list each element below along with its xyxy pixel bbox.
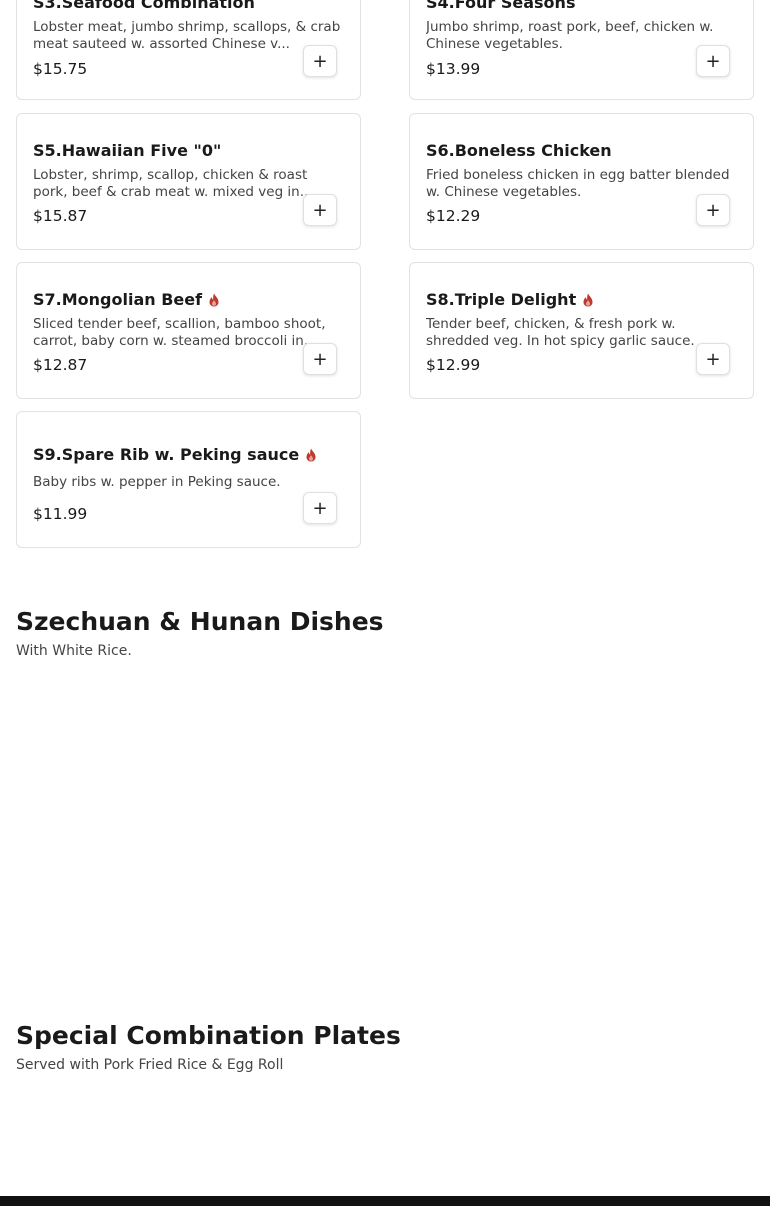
menu-item-card[interactable]: S3.Seafood Combination Lobster meat, jum…: [16, 0, 361, 100]
item-title: S6.Boneless Chicken: [426, 141, 612, 160]
menu-item-card[interactable]: S4.Four Seasons Jumbo shrimp, roast pork…: [409, 0, 754, 100]
menu-item-card[interactable]: S9.Spare Rib w. Peking sauce Baby ribs w…: [16, 411, 361, 548]
item-title: S8.Triple Delight: [426, 290, 577, 309]
item-price: $15.75: [33, 60, 88, 78]
plus-icon: +: [312, 348, 328, 370]
item-title: S9.Spare Rib w. Peking sauce: [33, 445, 300, 464]
item-description: Jumbo shrimp, roast pork, beef, chicken …: [426, 19, 714, 52]
item-description: Fried boneless chicken in egg batter ble…: [426, 167, 730, 200]
item-description: Lobster meat, jumbo shrimp, scallops, & …: [33, 19, 341, 52]
flame-icon: [209, 293, 219, 306]
section-title: Special Combination Plates: [16, 1021, 401, 1050]
footer-bar: [0, 1196, 770, 1206]
add-to-cart-button[interactable]: +: [303, 194, 337, 226]
item-title-row: S8.Triple Delight: [426, 290, 594, 309]
plus-icon: +: [705, 50, 721, 72]
plus-icon: +: [312, 50, 328, 72]
plus-icon: +: [705, 199, 721, 221]
item-price: $11.99: [33, 505, 88, 523]
item-price: $15.87: [33, 207, 88, 225]
section-subtitle: Served with Pork Fried Rice & Egg Roll: [16, 1057, 284, 1073]
plus-icon: +: [312, 199, 328, 221]
item-title: S5.Hawaiian Five "0": [33, 141, 222, 160]
item-description: Lobster, shrimp, scallop, chicken & roas…: [33, 167, 313, 200]
menu-item-card[interactable]: S7.Mongolian Beef Sliced tender beef, sc…: [16, 262, 361, 399]
item-price: $12.99: [426, 356, 481, 374]
item-title-row: S7.Mongolian Beef: [33, 290, 220, 309]
item-price: $12.29: [426, 207, 481, 225]
item-title: S3.Seafood Combination: [33, 0, 255, 12]
section-subtitle: With White Rice.: [16, 643, 132, 659]
item-description: Baby ribs w. pepper in Peking sauce.: [33, 474, 281, 490]
add-to-cart-button[interactable]: +: [696, 343, 730, 375]
menu-item-card[interactable]: S6.Boneless Chicken Fried boneless chick…: [409, 113, 754, 250]
add-to-cart-button[interactable]: +: [696, 45, 730, 77]
section-title: Szechuan & Hunan Dishes: [16, 607, 384, 636]
flame-icon: [306, 448, 316, 461]
add-to-cart-button[interactable]: +: [696, 194, 730, 226]
item-description: Sliced tender beef, scallion, bamboo sho…: [33, 316, 326, 349]
item-title: S4.Four Seasons: [426, 0, 576, 12]
add-to-cart-button[interactable]: +: [303, 343, 337, 375]
item-description: Tender beef, chicken, & fresh pork w. sh…: [426, 316, 695, 349]
plus-icon: +: [705, 348, 721, 370]
item-price: $12.87: [33, 356, 88, 374]
add-to-cart-button[interactable]: +: [303, 45, 337, 77]
menu-item-card[interactable]: S5.Hawaiian Five "0" Lobster, shrimp, sc…: [16, 113, 361, 250]
item-price: $13.99: [426, 60, 481, 78]
menu-item-card[interactable]: S8.Triple Delight Tender beef, chicken, …: [409, 262, 754, 399]
flame-icon: [583, 293, 593, 306]
item-title: S7.Mongolian Beef: [33, 290, 203, 309]
item-title-row: S9.Spare Rib w. Peking sauce: [33, 445, 317, 464]
plus-icon: +: [312, 497, 328, 519]
add-to-cart-button[interactable]: +: [303, 492, 337, 524]
